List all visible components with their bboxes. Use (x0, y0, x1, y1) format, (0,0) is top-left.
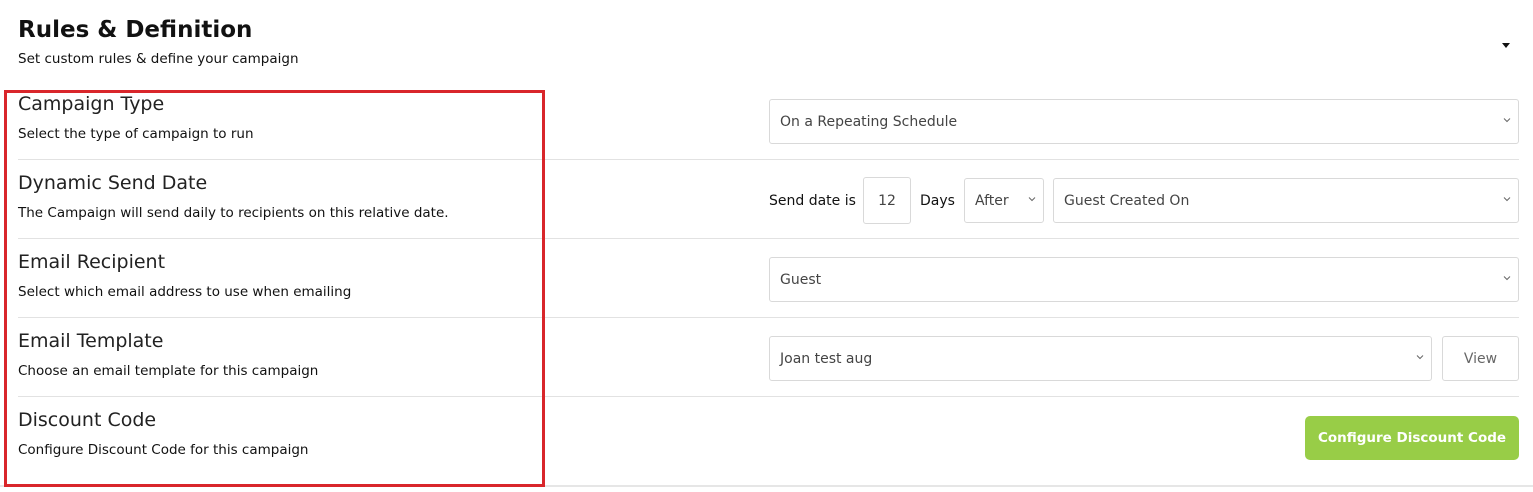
email-recipient-select-value: Guest (780, 272, 822, 288)
chevron-down-icon (1028, 197, 1036, 202)
chevron-down-icon (1416, 355, 1424, 360)
chevron-down-icon (1503, 276, 1511, 281)
send-date-relation-value: After (975, 193, 1009, 209)
campaign-type-select[interactable]: On a Repeating Schedule (769, 99, 1519, 144)
row-dynamic-send-date: Dynamic Send Date The Campaign will send… (0, 160, 1533, 239)
chevron-down-icon (1503, 197, 1511, 202)
send-date-relation-select[interactable]: After (964, 178, 1044, 223)
view-template-button[interactable]: View (1442, 336, 1519, 381)
row-email-template: Email Template Choose an email template … (0, 318, 1533, 397)
email-template-select-value: Joan test aug (780, 351, 873, 367)
rules-definition-page: Rules & Definition Set custom rules & de… (0, 0, 1533, 492)
email-recipient-description: Select which email address to use when e… (18, 284, 352, 300)
send-date-prefix-label: Send date is (769, 193, 856, 209)
section-subtitle: Set custom rules & define your campaign (18, 51, 299, 67)
configure-discount-code-button[interactable]: Configure Discount Code (1305, 416, 1519, 460)
bottom-divider (0, 485, 1533, 487)
campaign-type-title: Campaign Type (18, 93, 165, 115)
send-date-field-value: Guest Created On (1064, 193, 1190, 209)
collapse-caret-icon[interactable] (1502, 43, 1510, 48)
email-template-select[interactable]: Joan test aug (769, 336, 1432, 381)
row-email-recipient: Email Recipient Select which email addre… (0, 239, 1533, 318)
dynamic-send-date-description: The Campaign will send daily to recipien… (18, 205, 449, 221)
chevron-down-icon (1503, 118, 1511, 123)
email-recipient-select[interactable]: Guest (769, 257, 1519, 302)
dynamic-send-date-title: Dynamic Send Date (18, 172, 208, 194)
send-date-field-select[interactable]: Guest Created On (1053, 178, 1519, 223)
email-template-title: Email Template (18, 330, 164, 352)
discount-code-title: Discount Code (18, 409, 157, 431)
email-recipient-title: Email Recipient (18, 251, 166, 273)
campaign-type-description: Select the type of campaign to run (18, 126, 254, 142)
campaign-type-select-value: On a Repeating Schedule (780, 114, 958, 130)
section-title: Rules & Definition (18, 17, 253, 43)
discount-code-description: Configure Discount Code for this campaig… (18, 442, 309, 458)
row-campaign-type: Campaign Type Select the type of campaig… (0, 81, 1533, 160)
send-date-days-label: Days (920, 193, 955, 209)
email-template-description: Choose an email template for this campai… (18, 363, 319, 379)
send-date-days-input[interactable] (863, 177, 911, 224)
row-discount-code: Discount Code Configure Discount Code fo… (0, 397, 1533, 476)
